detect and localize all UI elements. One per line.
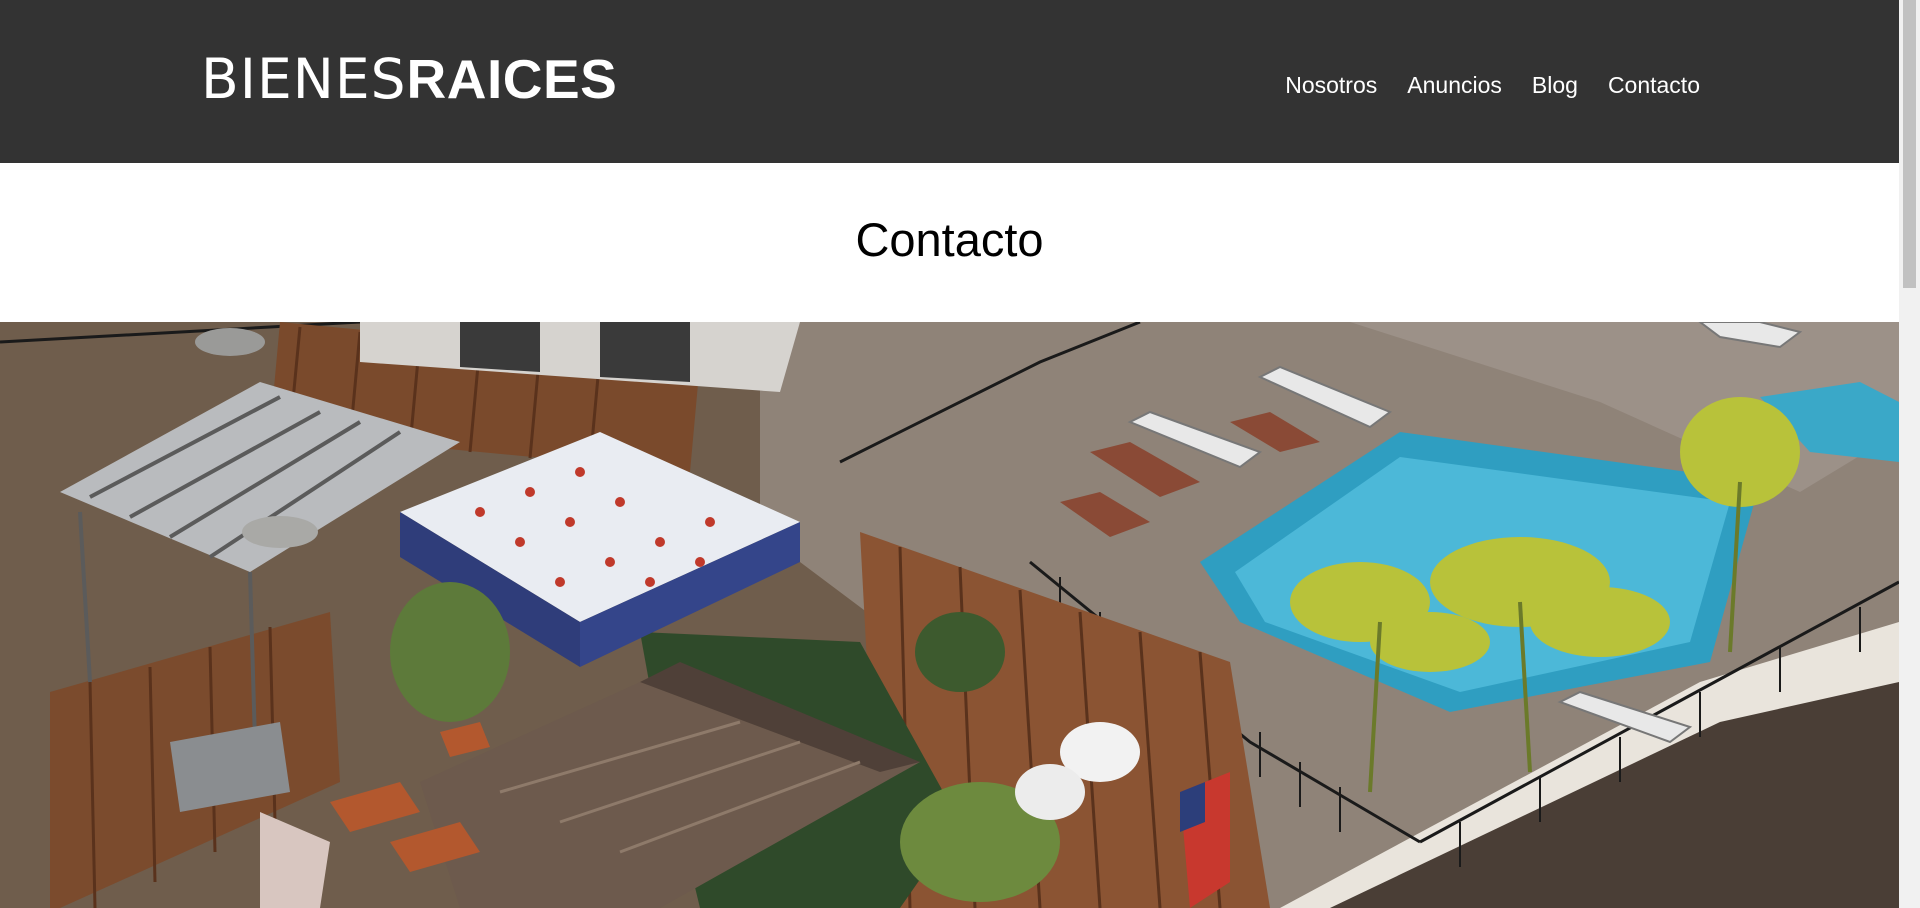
site-logo[interactable]: BIENESRAICES [201, 46, 617, 112]
main-nav: Nosotros Anuncios Blog Contacto [1285, 70, 1700, 100]
rooftop-photo-illustration [0, 322, 1899, 908]
vertical-scrollbar[interactable] [1899, 0, 1920, 908]
logo-light-text: BIENES [201, 47, 407, 111]
site-header: BIENESRAICES Nosotros Anuncios Blog Cont… [0, 0, 1899, 163]
page: BIENESRAICES Nosotros Anuncios Blog Cont… [0, 0, 1899, 908]
hero-image [0, 322, 1899, 908]
nav-link-blog[interactable]: Blog [1532, 70, 1578, 100]
page-title: Contacto [855, 213, 1044, 266]
scrollbar-thumb[interactable] [1903, 0, 1916, 288]
nav-link-contacto[interactable]: Contacto [1608, 70, 1700, 100]
nav-link-anuncios[interactable]: Anuncios [1407, 70, 1502, 100]
logo-bold-text: RAICES [406, 48, 618, 110]
nav-link-nosotros[interactable]: Nosotros [1285, 70, 1377, 100]
